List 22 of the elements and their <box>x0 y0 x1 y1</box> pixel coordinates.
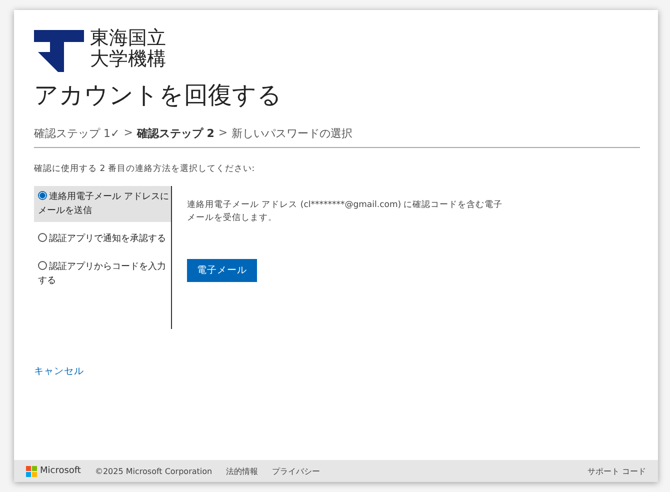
logo-icon <box>34 30 84 72</box>
method-option[interactable]: 連絡用電子メール アドレスにメールを送信 <box>34 186 171 222</box>
copyright-text: ©2025 Microsoft Corporation <box>94 466 212 476</box>
cancel-link[interactable]: キャンセル <box>34 365 84 378</box>
description-text: 連絡用電子メール アドレス (cl********@gmail.com) に確認コードを含む電子メールを受信します。 <box>187 199 504 225</box>
chevron-icon: > <box>218 126 228 141</box>
footer-link[interactable]: 法的情報 <box>226 466 258 476</box>
method-option[interactable]: 認証アプリで通知を承認する <box>34 228 171 250</box>
breadcrumb-step: 確認ステップ 1✓ <box>34 126 120 141</box>
footer-link[interactable]: プライバシー <box>272 466 320 476</box>
chevron-icon: > <box>124 126 133 141</box>
breadcrumb-step: 新しいパスワードの選択 <box>232 126 353 141</box>
support-code-text: サポート コード <box>587 466 646 476</box>
instruction-text: 確認に使用する 2 番目の連絡方法を選択してください: <box>34 163 256 175</box>
page-title: アカウントを回復する <box>34 80 283 110</box>
logo-text: 大学機構 <box>90 49 166 70</box>
logo-text: 東海国立 <box>90 28 166 49</box>
windows-logo-icon <box>26 466 37 476</box>
method-option[interactable]: 認証アプリからコードを入力する <box>34 256 171 292</box>
brand-name: Microsoft <box>40 466 81 476</box>
email-button[interactable]: 電子メール <box>187 259 257 282</box>
breadcrumb-step: 確認ステップ 2 <box>136 126 214 141</box>
